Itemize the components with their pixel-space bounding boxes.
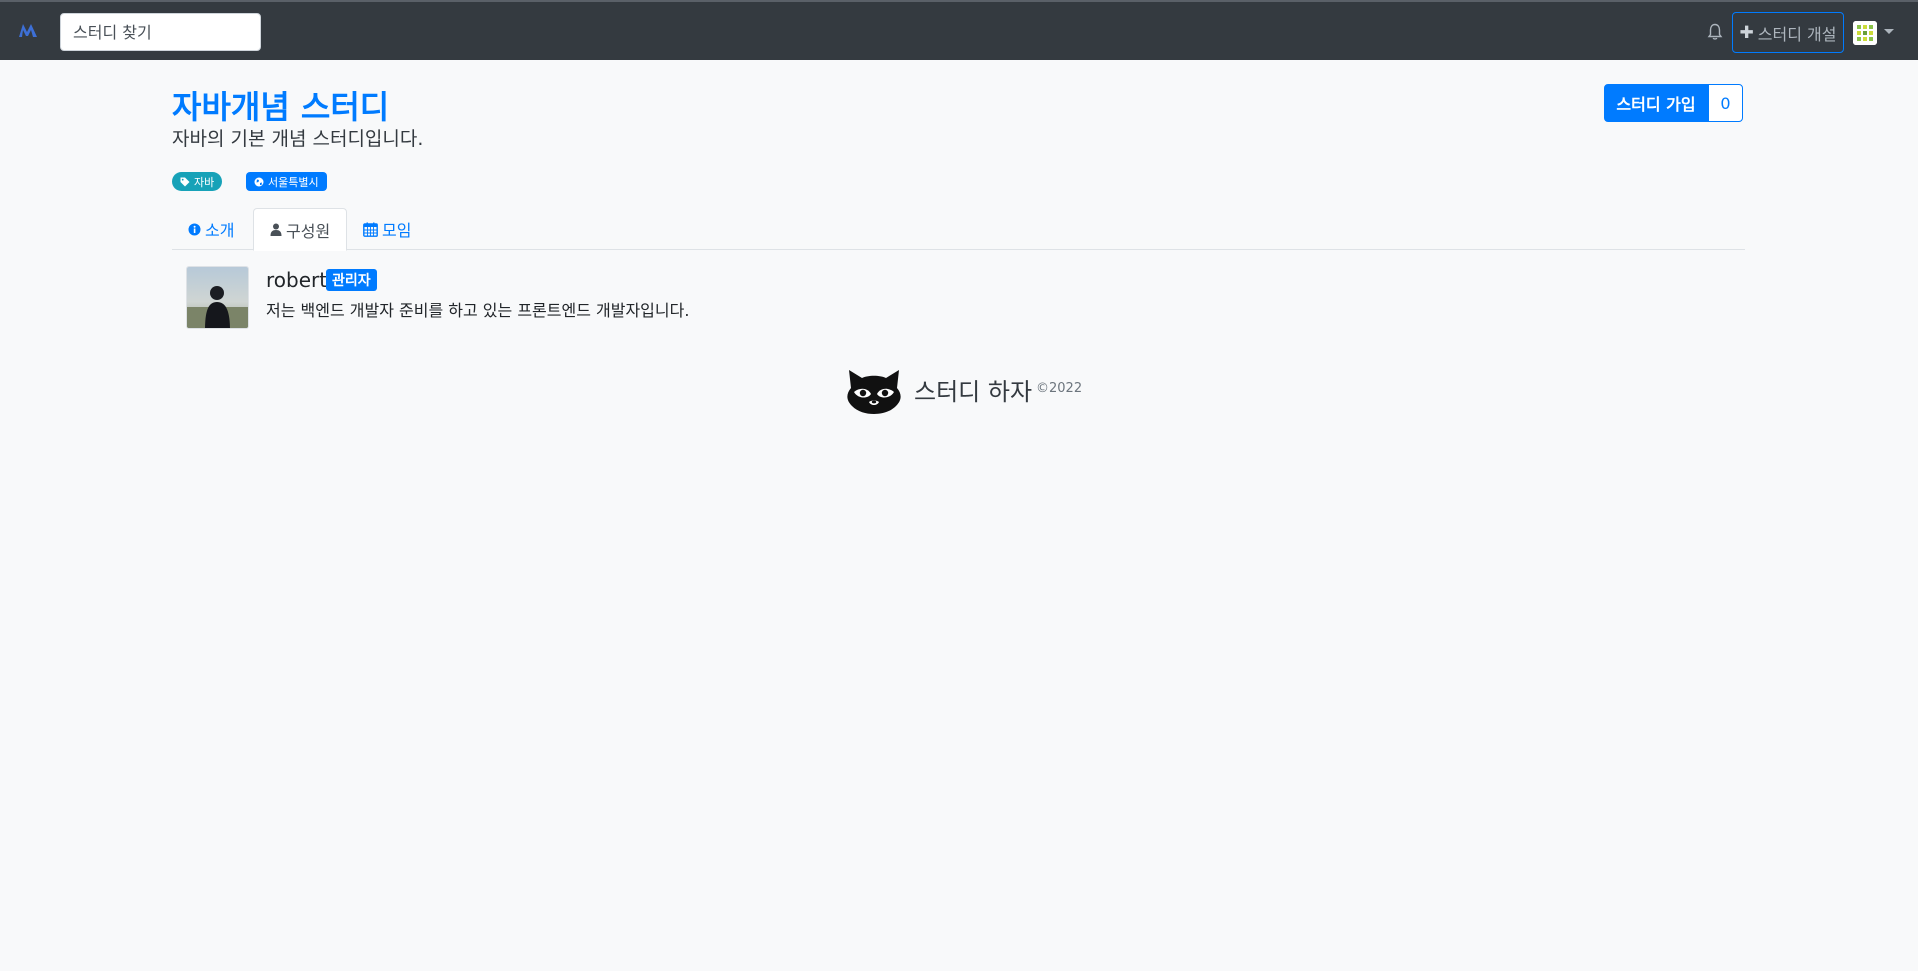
- tab-label: 구성원: [286, 221, 331, 241]
- study-tabs: 소개 구성원 모임: [172, 208, 1745, 251]
- tag-icon: [180, 177, 190, 186]
- tab-meetings[interactable]: 모임: [347, 208, 427, 250]
- tag-label: 서울특별시: [268, 175, 319, 189]
- bell-icon[interactable]: [1707, 23, 1723, 41]
- avatar-icon[interactable]: [1853, 21, 1877, 45]
- tab-label: 소개: [205, 221, 235, 240]
- logo-icon[interactable]: [18, 22, 38, 38]
- tag-zone[interactable]: 서울특별시: [246, 172, 327, 191]
- raccoon-logo-icon: [847, 370, 901, 414]
- join-study-button[interactable]: 스터디 가입: [1604, 84, 1708, 122]
- tag-java[interactable]: 자바: [172, 172, 223, 191]
- join-button-group: 스터디 가입 0: [1604, 84, 1743, 122]
- footer-brand: 스터디 하자: [914, 378, 1033, 406]
- open-study-button[interactable]: ✚ 스터디 개설: [1732, 12, 1844, 53]
- plus-icon: ✚: [1739, 22, 1754, 43]
- member-bio: 저는 백엔드 개발자 준비를 하고 있는 프론트엔드 개발자입니다.: [266, 301, 690, 320]
- tab-label: 모임: [382, 221, 412, 240]
- admin-badge: 관리자: [326, 269, 377, 291]
- study-description: 자바의 기본 개념 스터디입니다.: [172, 128, 424, 150]
- member-name[interactable]: robert: [266, 268, 327, 292]
- caret-down-icon[interactable]: [1884, 29, 1894, 34]
- tag-label: 자바: [194, 175, 215, 189]
- member-count-badge[interactable]: 0: [1708, 84, 1743, 122]
- footer-copyright: ©2022: [1036, 381, 1083, 396]
- page-title[interactable]: 자바개념 스터디: [172, 82, 389, 128]
- user-icon: [270, 223, 282, 236]
- tab-members[interactable]: 구성원: [253, 208, 348, 251]
- navbar: ✚ 스터디 개설: [0, 0, 1918, 60]
- globe-icon: [254, 177, 264, 186]
- tab-intro[interactable]: 소개: [172, 208, 250, 250]
- info-icon: [188, 223, 201, 235]
- calendar-icon: [363, 222, 378, 237]
- search-input[interactable]: [60, 13, 261, 51]
- member-avatar[interactable]: [186, 266, 249, 329]
- open-study-label: 스터디 개설: [1757, 24, 1837, 44]
